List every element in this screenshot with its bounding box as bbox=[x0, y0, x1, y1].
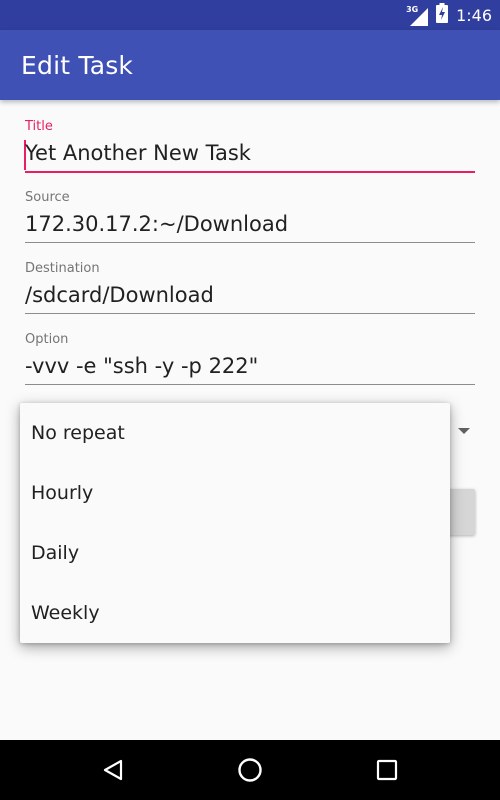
source-underline bbox=[25, 242, 475, 243]
page-title: Edit Task bbox=[21, 51, 134, 80]
destination-input[interactable]: /sdcard/Download bbox=[25, 283, 214, 307]
chevron-down-icon[interactable] bbox=[458, 428, 470, 434]
title-field[interactable]: Title Yet Another New Task bbox=[24, 119, 475, 179]
dropdown-item-daily[interactable]: Daily bbox=[20, 523, 450, 583]
dropdown-item-hourly[interactable]: Hourly bbox=[20, 463, 450, 523]
destination-underline bbox=[25, 313, 475, 314]
dropdown-item-no-repeat[interactable]: No repeat bbox=[20, 403, 450, 463]
option-label: Option bbox=[25, 332, 69, 347]
status-time: 1:46 bbox=[456, 5, 492, 25]
title-label: Title bbox=[25, 119, 53, 134]
source-label: Source bbox=[25, 190, 70, 205]
dropdown-item-weekly[interactable]: Weekly bbox=[20, 583, 450, 643]
destination-label: Destination bbox=[25, 261, 100, 276]
navigation-bar bbox=[0, 740, 500, 800]
signal-icon: 3G bbox=[406, 4, 429, 26]
destination-field[interactable]: Destination /sdcard/Download bbox=[25, 261, 475, 321]
title-underline bbox=[25, 171, 475, 173]
recents-icon[interactable] bbox=[357, 740, 417, 800]
home-icon[interactable] bbox=[220, 740, 280, 800]
app-bar: Edit Task bbox=[0, 30, 500, 100]
repeat-dropdown: No repeat Hourly Daily Weekly bbox=[20, 403, 450, 643]
title-input[interactable]: Yet Another New Task bbox=[25, 141, 251, 165]
option-field[interactable]: Option -vvv -e "ssh -y -p 222" bbox=[25, 332, 475, 392]
status-bar: 3G 1:46 bbox=[0, 0, 500, 30]
status-icons: 3G 1:46 bbox=[406, 0, 492, 30]
option-input[interactable]: -vvv -e "ssh -y -p 222" bbox=[25, 354, 258, 378]
source-input[interactable]: 172.30.17.2:~/Download bbox=[25, 212, 288, 236]
option-underline bbox=[25, 384, 475, 385]
back-icon[interactable] bbox=[83, 740, 143, 800]
source-field[interactable]: Source 172.30.17.2:~/Download bbox=[25, 190, 475, 250]
battery-charging-icon bbox=[436, 3, 449, 27]
